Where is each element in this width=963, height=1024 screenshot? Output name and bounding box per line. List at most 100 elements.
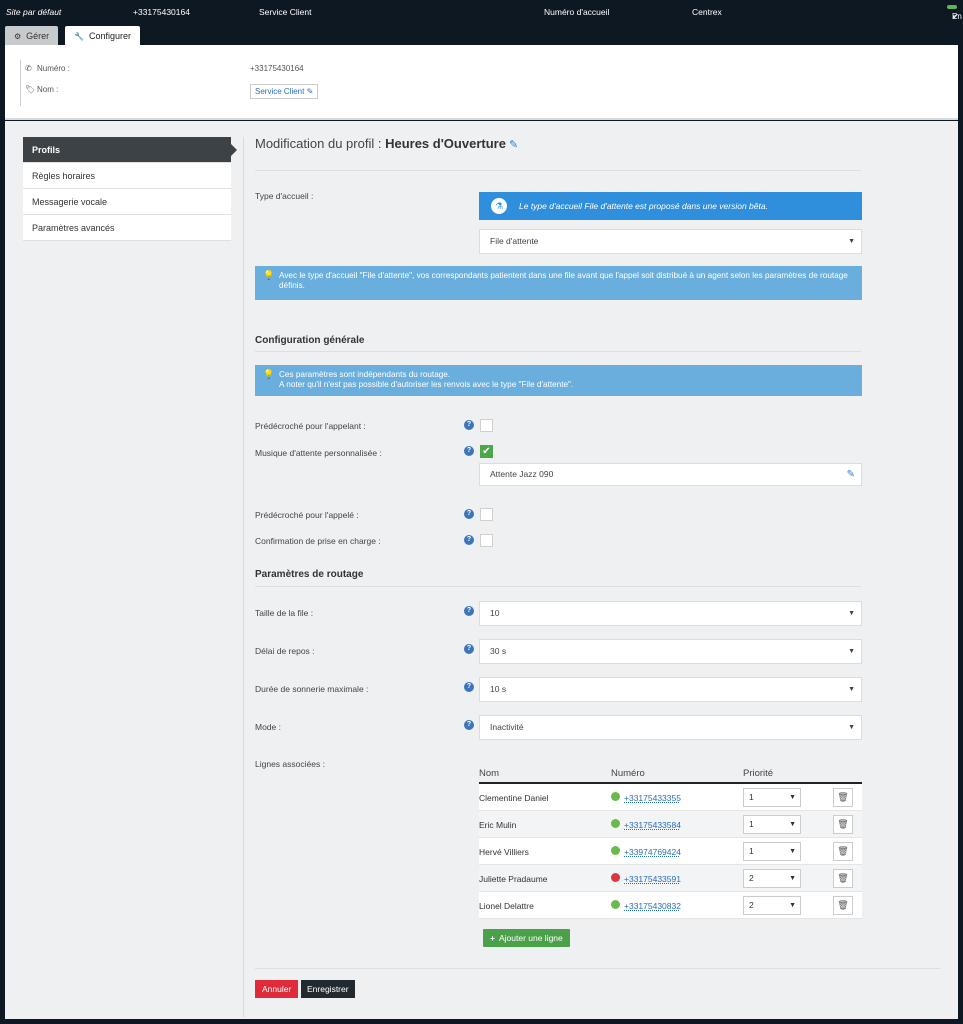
- edit-pencil-icon[interactable]: ✎: [509, 139, 518, 151]
- sidebar-item-messagerie-vocale[interactable]: Messagerie vocale: [23, 189, 231, 215]
- type-info-box: 💡 Avec le type d'accueil "File d'attente…: [255, 266, 862, 300]
- priority-select[interactable]: 2 ▼: [743, 869, 801, 888]
- user-status-icon: [611, 873, 620, 882]
- mode-select[interactable]: Inactivité ▼: [479, 715, 862, 740]
- save-button[interactable]: Enregistrer: [301, 980, 355, 998]
- cancel-button[interactable]: Annuler: [255, 980, 299, 998]
- user-status-icon: [611, 900, 620, 909]
- table-header: Nom Numéro Priorité: [479, 766, 862, 784]
- delete-button[interactable]: 🗑: [833, 869, 853, 888]
- gears-icon: ⚙: [14, 32, 22, 41]
- row-name: Eric Mulin: [479, 820, 517, 830]
- general-section-title: Configuration générale: [255, 335, 365, 346]
- caret-down-icon: ▼: [848, 686, 855, 693]
- user-status-icon: [611, 819, 620, 828]
- musique-checkbox[interactable]: ✔: [480, 445, 493, 458]
- delete-button[interactable]: 🗑: [833, 896, 853, 915]
- caret-down-icon: ▼: [789, 821, 796, 828]
- row-number-link[interactable]: +33175433591: [624, 874, 681, 884]
- caret-down-icon: ▼: [789, 794, 796, 801]
- help-icon[interactable]: ?: [464, 644, 474, 654]
- trash-icon: 🗑: [837, 846, 849, 856]
- delete-button[interactable]: 🗑: [833, 842, 853, 861]
- duree-select[interactable]: 10 s ▼: [479, 677, 862, 702]
- sidebar-item-regles-horaires[interactable]: Règles horaires: [23, 163, 231, 189]
- priority-select[interactable]: 1 ▼: [743, 842, 801, 861]
- row-name: Juliette Pradaume: [479, 874, 548, 884]
- top-bar: Site par défaut +33175430164 Service Cli…: [0, 0, 963, 24]
- col-nom: Nom: [479, 768, 500, 779]
- table-row: Juliette Pradaume +33175433591 2 ▼ 🗑: [479, 865, 862, 892]
- user-status-icon: [611, 792, 620, 801]
- divider: [255, 586, 861, 587]
- predecroche-appelant-checkbox[interactable]: [480, 419, 493, 432]
- site-type: Centrex: [692, 7, 722, 17]
- site-phone: +33175430164: [133, 7, 190, 17]
- musique-input[interactable]: Attente Jazz 090 ✎: [479, 463, 862, 486]
- musique-label: Musique d'attente personnalisée :: [255, 448, 382, 458]
- priority-select[interactable]: 2 ▼: [743, 896, 801, 915]
- flask-icon: ⚗: [491, 198, 507, 214]
- row-number-link[interactable]: +33175430832: [624, 901, 681, 911]
- caret-down-icon: ▼: [789, 875, 796, 882]
- row-number-link[interactable]: +33175433584: [624, 820, 681, 830]
- sidebar-nav: Profils Règles horaires Messagerie vocal…: [23, 137, 237, 241]
- lightbulb-icon: 💡: [263, 369, 275, 379]
- phone-icon: ✆: [25, 64, 32, 73]
- site-name: Site par défaut: [6, 7, 62, 17]
- vertical-divider: [243, 137, 244, 1017]
- predecroche-appele-checkbox[interactable]: [480, 508, 493, 521]
- numero-value: +33175430164: [250, 64, 304, 73]
- divider: [255, 968, 940, 969]
- help-icon[interactable]: ?: [464, 509, 474, 519]
- trash-icon: 🗑: [837, 819, 849, 829]
- nom-edit-chip[interactable]: Service Client ✎: [250, 84, 319, 99]
- table-row: Eric Mulin +33175433584 1 ▼ 🗑: [479, 811, 862, 838]
- table-row: Hervé Villiers +33974769424 1 ▼ 🗑: [479, 838, 862, 865]
- row-name: Clementine Daniel: [479, 793, 549, 803]
- delete-button[interactable]: 🗑: [833, 815, 853, 834]
- delete-button[interactable]: 🗑: [833, 788, 853, 807]
- predecroche-appelant-label: Prédécroché pour l'appelant :: [255, 421, 366, 431]
- general-info-box: 💡 Ces paramètres sont indépendants du ro…: [255, 365, 862, 396]
- tab-configurer[interactable]: 🔧 Configurer: [65, 26, 140, 46]
- priority-select[interactable]: 1 ▼: [743, 815, 801, 834]
- user-status-icon: [611, 846, 620, 855]
- reception-label: Numéro d'accueil: [544, 7, 610, 17]
- row-name: Hervé Villiers: [479, 847, 529, 857]
- taille-select[interactable]: 10 ▼: [479, 601, 862, 626]
- help-icon[interactable]: ?: [464, 535, 474, 545]
- help-icon[interactable]: ?: [464, 720, 474, 730]
- predecroche-appele-label: Prédécroché pour l'appelé :: [255, 510, 359, 520]
- taille-label: Taille de la file :: [255, 608, 314, 618]
- row-number-link[interactable]: +33974769424: [624, 847, 681, 857]
- caret-down-icon: ▼: [848, 238, 855, 245]
- delai-select[interactable]: 30 s ▼: [479, 639, 862, 664]
- sidebar-item-parametres-avances[interactable]: Paramètres avancés: [23, 215, 231, 241]
- add-line-button[interactable]: + Ajouter une ligne: [483, 929, 570, 947]
- tab-gerer[interactable]: ⚙ Gérer: [5, 26, 59, 46]
- sidebar-item-profils[interactable]: Profils: [23, 137, 237, 163]
- col-numero: Numéro: [611, 768, 645, 779]
- caret-down-icon: ▼: [848, 648, 855, 655]
- routing-section-title: Paramètres de routage: [255, 569, 364, 580]
- row-number-link[interactable]: +33175433355: [624, 793, 681, 803]
- type-accueil-label: Type d'accueil :: [255, 191, 314, 201]
- delai-label: Délai de repos :: [255, 646, 315, 656]
- caret-down-icon: ▼: [848, 724, 855, 731]
- help-icon[interactable]: ?: [464, 682, 474, 692]
- confirmation-checkbox[interactable]: [480, 534, 493, 547]
- pencil-icon[interactable]: ✎: [847, 464, 855, 485]
- col-priorite: Priorité: [743, 768, 774, 779]
- page-title: Modification du profil : Heures d'Ouvert…: [255, 136, 519, 151]
- beta-notice: ⚗ Le type d'accueil File d'attente est p…: [479, 192, 862, 220]
- duree-label: Durée de sonnerie maximale :: [255, 684, 369, 694]
- help-icon[interactable]: ?: [464, 420, 474, 430]
- divider: [255, 351, 861, 352]
- help-icon[interactable]: ?: [464, 446, 474, 456]
- priority-select[interactable]: 1 ▼: [743, 788, 801, 807]
- trash-icon: 🗑: [837, 792, 849, 802]
- help-icon[interactable]: ?: [464, 606, 474, 616]
- caret-down-icon: ▼: [848, 610, 855, 617]
- type-accueil-select[interactable]: File d'attente ▼: [479, 229, 862, 254]
